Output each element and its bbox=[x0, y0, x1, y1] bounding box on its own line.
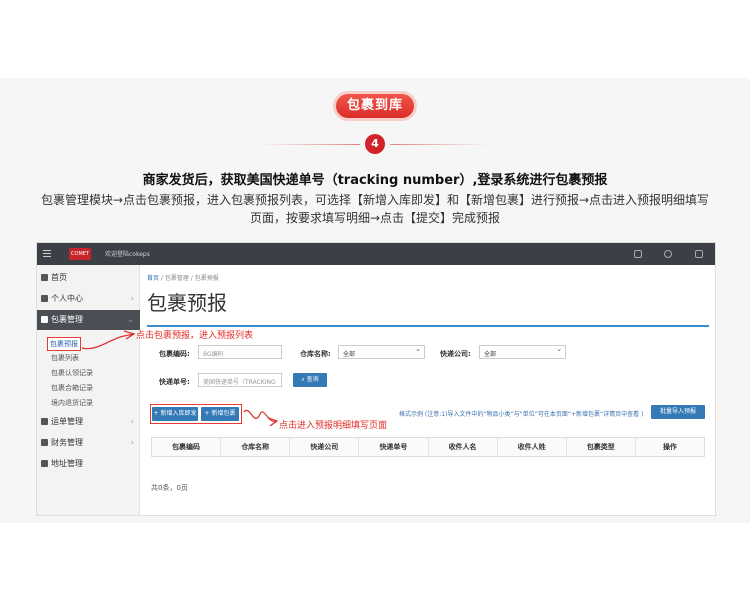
annotation-arrows bbox=[81, 330, 279, 427]
annotation-detail: 点击进入预报明细填写页面 bbox=[279, 421, 388, 431]
annotation-forecast: 点击包裹预报，进入预报列表 bbox=[136, 331, 254, 341]
